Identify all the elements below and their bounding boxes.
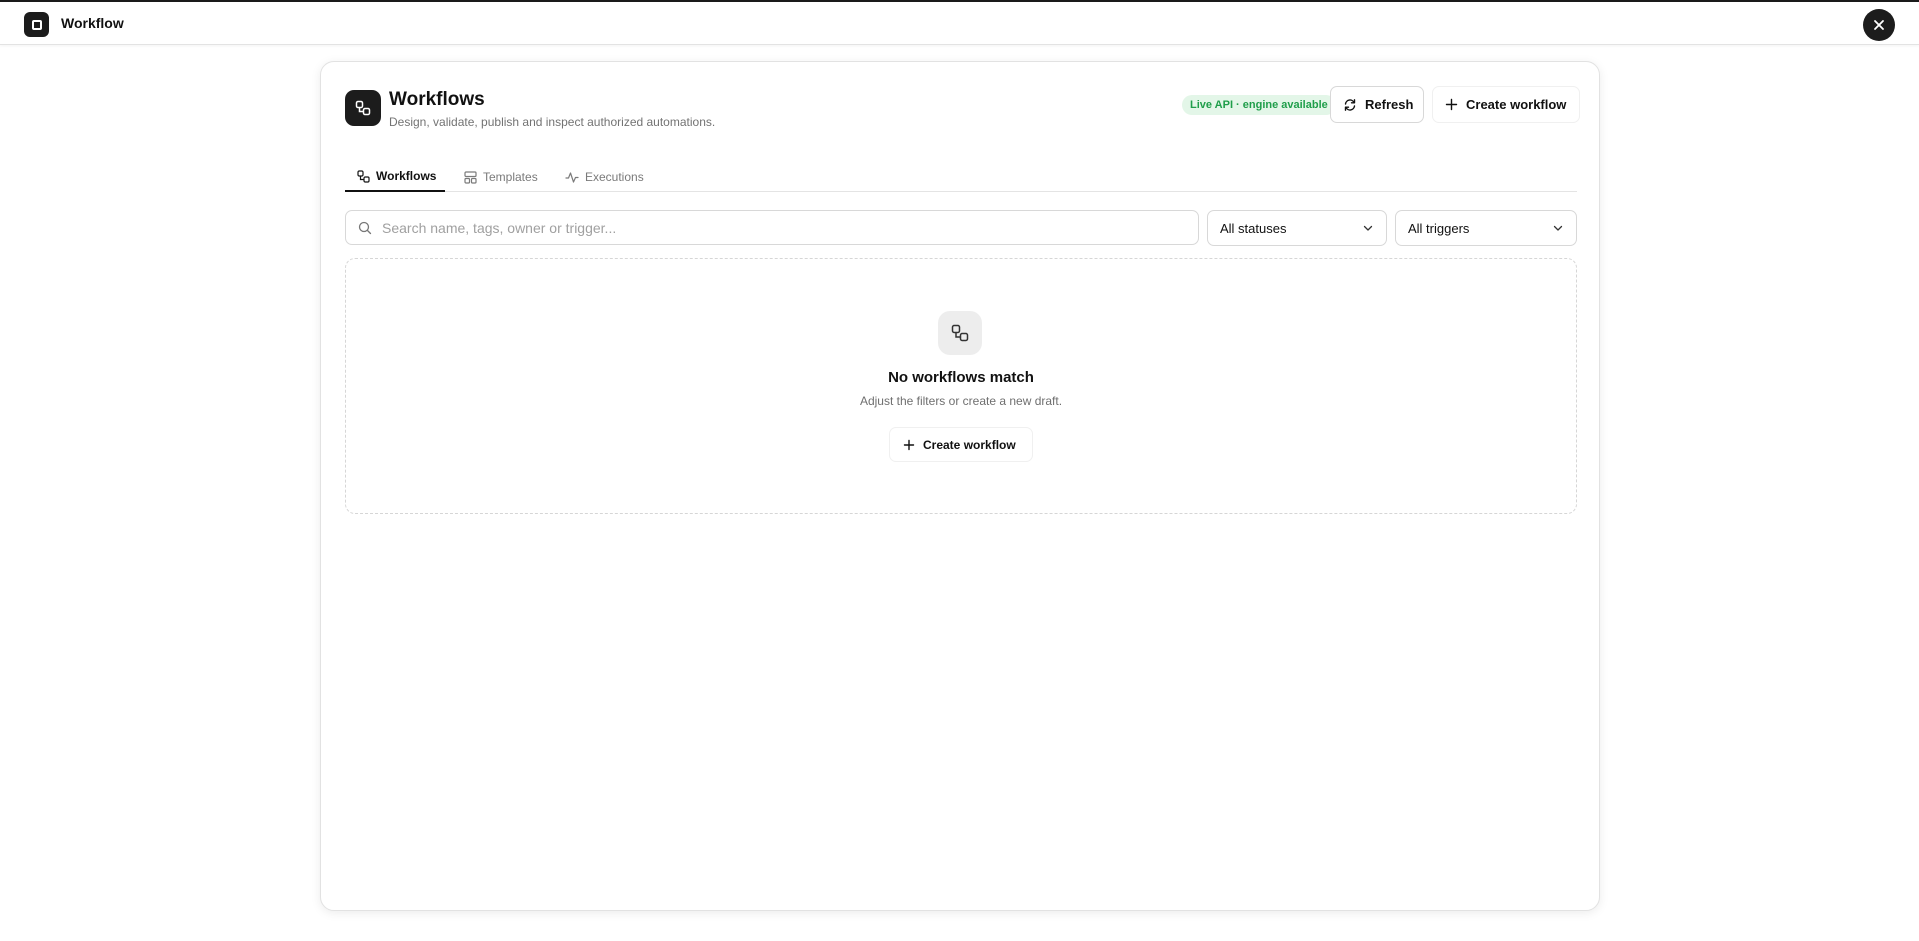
create-workflow-empty-button[interactable]: Create workflow xyxy=(889,427,1033,462)
plus-icon xyxy=(1445,98,1458,111)
activity-icon xyxy=(565,171,579,183)
tab-workflows[interactable]: Workflows xyxy=(345,162,445,192)
close-icon xyxy=(1874,20,1884,30)
tab-label: Workflows xyxy=(376,169,437,183)
workflow-icon xyxy=(357,169,370,183)
trigger-filter-value: All triggers xyxy=(1408,220,1470,236)
page-subtitle: Design, validate, publish and inspect au… xyxy=(389,115,716,129)
create-workflow-button[interactable]: Create workflow xyxy=(1432,86,1580,123)
tab-label: Templates xyxy=(483,170,538,184)
workflow-icon xyxy=(345,90,381,126)
close-button[interactable] xyxy=(1863,9,1895,41)
trigger-filter-select[interactable]: All triggers xyxy=(1395,210,1577,246)
search-box xyxy=(345,210,1199,245)
status-filter-select[interactable]: All statuses xyxy=(1207,210,1387,246)
empty-state: No workflows match Adjust the filters or… xyxy=(345,258,1577,514)
workflow-icon xyxy=(938,311,982,355)
status-filter-value: All statuses xyxy=(1220,220,1287,236)
empty-state-subtitle: Adjust the filters or create a new draft… xyxy=(859,394,1063,408)
refresh-label: Refresh xyxy=(1365,97,1414,112)
create-workflow-label: Create workflow xyxy=(923,437,1016,452)
plus-icon xyxy=(903,439,915,450)
top-bar: Workflow xyxy=(0,0,1919,45)
tab-executions[interactable]: Executions xyxy=(565,162,651,192)
refresh-button[interactable]: Refresh xyxy=(1330,86,1424,123)
search-input[interactable] xyxy=(382,219,1182,236)
refresh-icon xyxy=(1344,98,1356,111)
chevron-down-icon xyxy=(1553,225,1563,231)
page-title: Workflows xyxy=(389,89,485,110)
create-workflow-label: Create workflow xyxy=(1466,97,1567,112)
status-badge: Live API · engine available xyxy=(1182,95,1336,115)
search-icon xyxy=(358,221,372,234)
app-title: Workflow xyxy=(61,15,124,31)
empty-state-title: No workflows match xyxy=(888,369,1034,386)
template-icon xyxy=(464,170,477,184)
workflows-panel: Workflows Design, validate, publish and … xyxy=(320,61,1600,911)
tab-label: Executions xyxy=(585,170,644,184)
tab-bar: Workflows Templates Executions xyxy=(345,162,1577,192)
chevron-down-icon xyxy=(1363,225,1373,231)
app-logo-icon xyxy=(24,12,49,37)
tab-templates[interactable]: Templates xyxy=(464,162,544,192)
